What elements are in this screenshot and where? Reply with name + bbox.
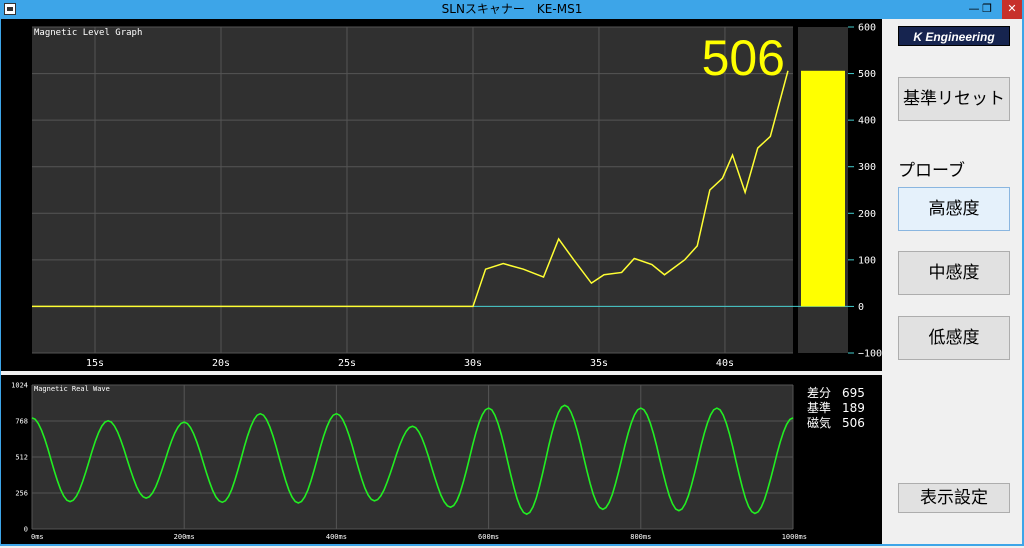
- wave-x-tick: 1000ms: [782, 533, 807, 541]
- level-y-tick: 400: [858, 116, 876, 127]
- level-graph-label: Magnetic Level Graph: [34, 28, 142, 38]
- wave-y-tick: 768: [15, 418, 28, 426]
- wave-y-tick: 0: [24, 526, 28, 534]
- probe-low-sensitivity-button[interactable]: 低感度: [898, 316, 1010, 360]
- readout-diff-value: 695: [842, 386, 865, 400]
- probe-high-sensitivity-button[interactable]: 高感度: [898, 187, 1010, 231]
- level-y-tick: −100: [858, 349, 882, 360]
- level-x-tick: 35s: [590, 358, 608, 369]
- level-graph-panel: 15s 20s 25s 30s 35s 40s 600 500 400 300 200 100 0 −1…: [1, 19, 882, 371]
- level-y-tick: 0: [858, 302, 864, 313]
- current-level-value: 506: [702, 30, 785, 86]
- level-y-tick: 100: [858, 255, 876, 266]
- readout-mag-value: 506: [842, 416, 865, 430]
- level-graph: 15s 20s 25s 30s 35s 40s 600 500 400 300 200 100 0 −1…: [32, 23, 882, 369]
- level-x-tick: 40s: [716, 358, 734, 369]
- wave-graph-panel: 0ms 200ms 400ms 600ms 800ms 1000ms 1024 768 512…: [1, 375, 882, 544]
- wave-x-tick: 400ms: [326, 533, 347, 541]
- wave-y-tick: 1024: [11, 382, 28, 390]
- level-y-tick: 600: [858, 23, 876, 34]
- level-plot-area: [32, 27, 793, 353]
- close-glyph[interactable]: ✕: [1002, 0, 1022, 19]
- level-x-tick: 15s: [86, 358, 104, 369]
- probe-mid-sensitivity-button[interactable]: 中感度: [898, 251, 1010, 295]
- level-y-tick: 300: [858, 162, 876, 173]
- k-engineering-logo: K Engineering: [898, 26, 1010, 46]
- level-bar: [801, 70, 845, 307]
- wave-y-tick: 512: [15, 454, 28, 462]
- readout-mag-label: 磁気: [807, 415, 831, 430]
- display-settings-button[interactable]: 表示設定: [898, 483, 1010, 513]
- level-x-tick: 20s: [212, 358, 230, 369]
- level-y-tick: 500: [858, 69, 876, 80]
- maximize-button[interactable]: ❐: [976, 0, 998, 19]
- wave-x-tick: 800ms: [630, 533, 651, 541]
- wave-y-tick: 256: [15, 490, 28, 498]
- readout-base-value: 189: [842, 401, 865, 415]
- wave-x-tick: 0ms: [31, 533, 44, 541]
- window-title: SLNスキャナー KE-MS1: [441, 2, 583, 16]
- readout-base-label: 基準: [807, 400, 831, 415]
- readout-diff-label: 差分: [807, 386, 831, 400]
- level-x-tick: 25s: [338, 358, 356, 369]
- probe-label: プローブ: [898, 161, 965, 181]
- level-x-tick: 30s: [464, 358, 482, 369]
- wave-x-tick: 600ms: [478, 533, 499, 541]
- level-y-tick: 200: [858, 209, 876, 220]
- wave-x-tick: 200ms: [174, 533, 195, 541]
- wave-graph-label: Magnetic Real Wave: [34, 385, 110, 393]
- reset-baseline-button[interactable]: 基準リセット: [898, 77, 1010, 121]
- readout: 差分 695 基準 189 磁気 506: [807, 386, 865, 430]
- wave-graph: 0ms 200ms 400ms 600ms 800ms 1000ms 1024 768 512…: [11, 382, 865, 542]
